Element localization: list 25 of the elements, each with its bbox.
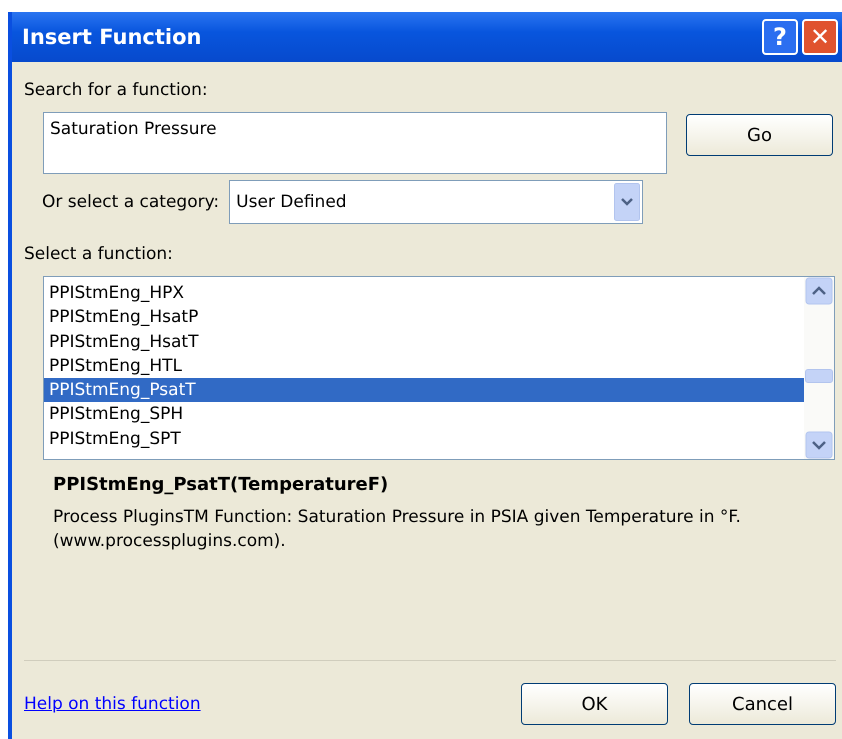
cancel-button[interactable]: Cancel [689,683,836,725]
function-list-item[interactable]: PPIStmEng_SPT [44,426,804,452]
help-link[interactable]: Help on this function [24,694,201,714]
function-list-item[interactable]: PPIStmEng_PsatT [44,378,804,402]
window-title: Insert Function [22,25,202,49]
close-button[interactable]: ✕ [802,19,838,55]
scroll-down-icon[interactable] [805,431,833,459]
search-label: Search for a function: [24,80,209,100]
function-list-item[interactable]: PPIStmEng_HPX [44,281,804,306]
ok-button[interactable]: OK [521,683,668,725]
scroll-thumb[interactable] [805,369,833,383]
scroll-up-icon[interactable] [805,277,833,305]
scrollbar[interactable] [804,277,834,459]
go-button[interactable]: Go [686,114,833,156]
category-dropdown[interactable]: User Defined [229,180,644,224]
function-list-item[interactable]: PPIStmEng_HsatP [44,305,804,330]
function-signature: PPIStmEng_PsatT(TemperatureF) [53,474,390,495]
search-field[interactable]: Saturation Pressure [43,112,667,174]
function-list-item[interactable]: PPIStmEng_SPH [44,402,804,427]
function-list-item[interactable]: PPIStmEng_HsatT [44,330,804,354]
category-label: Or select a category: [42,192,220,212]
help-button[interactable]: ? [762,19,798,55]
function-list-item[interactable]: PPIStmEng_HTL [44,354,804,378]
function-list-label: Select a function: [24,244,174,264]
function-description: Process PluginsTM Function: Saturation Pressure in PSIA given Temperature in °F. (www.processplugins.com). [53,506,742,553]
